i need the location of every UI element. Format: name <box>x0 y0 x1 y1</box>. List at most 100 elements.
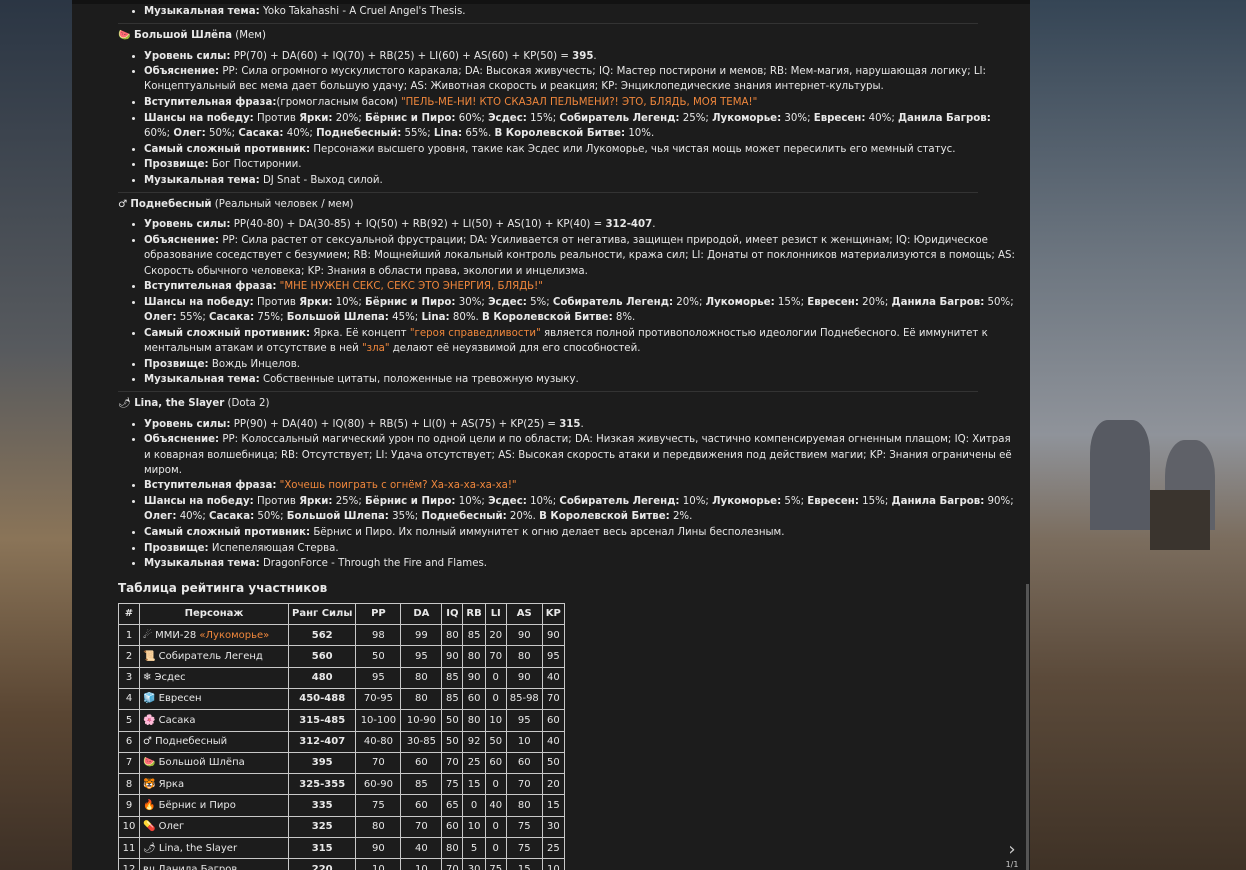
odds-value: 25% <box>335 496 359 508</box>
nickname-text: Вождь Инцелов. <box>211 358 300 370</box>
odds-value: 35% <box>392 511 415 523</box>
table-cell: 70-95 <box>355 687 402 711</box>
table-header: # <box>118 602 140 626</box>
table-cell: 20 <box>484 624 507 647</box>
odds-opponent: Олег: <box>144 511 177 523</box>
nickname-text: Испепеляющая Стерва. <box>211 542 339 554</box>
table-cell: 3 <box>118 666 140 689</box>
message-content: Музыкальная тема: Yoko Takahashi - A Cru… <box>118 4 1018 870</box>
power-formula: PP(90) + DA(40) + IQ(80) + RB(5) + LI(0)… <box>233 418 560 430</box>
character-name-cell: 🐯 Ярка <box>143 778 185 790</box>
table-cell: 10 <box>484 709 507 732</box>
table-row: 4 🧊 Евресен 450-488 70-95 80 85 60 0 85-98 70 <box>118 687 565 711</box>
table-cell: 50 <box>441 730 464 753</box>
table-row: 9 🔥 Бёрнис и Пиро 335 75 60 65 0 40 80 15 <box>118 794 565 817</box>
table-cell: 80 <box>400 687 443 711</box>
table-header: KP <box>541 602 565 626</box>
table-cell: 9 <box>118 794 140 817</box>
table-row: 3 ❄ Эсдес 480 95 80 85 90 0 90 40 <box>118 666 565 689</box>
table-cell: 90 <box>355 836 402 860</box>
table-cell: 5 <box>118 709 140 732</box>
nickname-item: Прозвище: Бог Постиронии. <box>144 157 1018 172</box>
table-cell: 🧊 Евресен <box>139 687 289 711</box>
table-cell: 0 <box>484 773 507 796</box>
odds-value: 25% <box>682 112 706 124</box>
character-subtitle: (Реальный человек / мем) <box>214 199 354 211</box>
character-name-cell: 📜 Собиратель Легенд <box>143 650 263 662</box>
table-cell: 25 <box>462 751 486 775</box>
table-cell: 70 <box>355 751 402 775</box>
character-name-cell: 🌶 Lina, the Slayer <box>143 842 238 854</box>
odds-opponent: Лукоморье: <box>705 296 775 308</box>
background-rock-block <box>1150 490 1210 550</box>
table-cell: 90 <box>505 624 543 647</box>
odds-value: 80%. <box>452 312 479 324</box>
odds-value: 20% <box>862 296 885 308</box>
odds-value: 40% <box>179 511 203 523</box>
power-label: Уровень силы: <box>144 219 231 231</box>
character-details: Уровень силы: PP(40-80) + DA(30-85) + IQ… <box>118 217 1018 387</box>
table-cell: 70 <box>505 773 543 796</box>
table-cell: 🔥 Бёрнис и Пиро <box>139 794 289 817</box>
odds-value: 5% <box>530 296 547 308</box>
table-cell: 80 <box>505 645 543 668</box>
table-row: 2 📜 Собиратель Легенд 560 50 95 90 80 70 80 95 <box>118 645 565 668</box>
intro-quote: "ПЕЛЬ-МЕ-НИ! КТО СКАЗАЛ ПЕЛЬМЕНИ?! ЭТО, … <box>400 97 758 109</box>
power-label: Уровень силы: <box>144 418 231 430</box>
table-cell: 40 <box>484 794 507 817</box>
explanation-text: PP: Сила растет от сексуальной фрустраци… <box>144 234 1015 277</box>
hardest-label: Самый сложный противник: <box>144 526 311 538</box>
odds-value: 90% <box>987 496 1011 508</box>
intro-label: Вступительная фраза: <box>144 480 277 492</box>
odds-opponent: Сасака: <box>238 127 284 139</box>
table-cell: 30 <box>541 815 565 839</box>
table-cell: 99 <box>400 624 443 647</box>
nickname-label: Прозвище: <box>144 358 209 370</box>
table-cell: 92 <box>462 730 486 753</box>
table-row: 8 🐯 Ярка 325-355 60-90 85 75 15 0 70 20 <box>118 773 565 796</box>
odds-value: 15% <box>530 112 553 124</box>
odds-opponent: Большой Шлепа: <box>286 312 389 324</box>
odds-opponent: Ярки: <box>299 496 333 508</box>
table-cell: 325 <box>287 815 357 839</box>
nickname-label: Прозвище: <box>144 159 209 171</box>
odds-opponent: Поднебесный: <box>421 511 507 523</box>
power-tail: . <box>652 219 656 231</box>
odds-lead: Против <box>257 296 300 308</box>
music-label: Музыкальная тема: <box>144 558 260 570</box>
table-row: 7 🍉 Большой Шлёпа 395 70 60 70 25 60 60 50 <box>118 751 565 775</box>
table-cell: 325-355 <box>287 773 357 796</box>
odds-label: Шансы на победу: <box>144 496 254 508</box>
table-cell: ☄ ММИ-28 «Лукоморье» <box>139 624 289 647</box>
character-heading: ♂ Поднебесный (Реальный человек / мем) <box>118 197 1018 212</box>
explanation-item: Объяснение: PP: Колоссальный магический … <box>144 432 1018 478</box>
power-formula: PP(40-80) + DA(30-85) + IQ(50) + RB(92) … <box>233 219 606 231</box>
table-cell: 7 <box>118 751 140 775</box>
hardest-label: Самый сложный противник: <box>144 143 311 155</box>
intro-label: Вступительная фраза: <box>144 281 277 293</box>
scrollbar[interactable] <box>1026 584 1029 870</box>
table-cell: 312-407 <box>287 730 357 753</box>
table-cell: 0 <box>484 687 507 711</box>
table-cell: 0 <box>484 666 507 689</box>
character-details: Уровень силы: PP(70) + DA(60) + IQ(70) +… <box>118 49 1018 188</box>
odds-value: 15% <box>862 496 885 508</box>
next-page-icon[interactable]: › <box>999 840 1025 860</box>
table-cell: 560 <box>287 645 357 668</box>
odds-opponent: Lina: <box>421 312 450 324</box>
odds-royal-label: В Королевской Битве: <box>494 127 626 139</box>
odds-label: Шансы на победу: <box>144 112 254 124</box>
table-cell: 80 <box>462 709 486 732</box>
odds-opponent: Бёрнис и Пиро: <box>365 296 456 308</box>
hardest-text: Персонажи высшего уровня, такие как Эсде… <box>313 143 956 155</box>
power-total: 395 <box>572 50 594 62</box>
character-name-cell: 🔥 Бёрнис и Пиро <box>143 799 236 811</box>
table-cell: 50 <box>355 645 402 668</box>
power-level-item: Уровень силы: PP(70) + DA(60) + IQ(70) +… <box>144 49 1018 64</box>
section-divider <box>118 23 978 25</box>
table-header: Персонаж <box>139 602 289 626</box>
odds-value: 50% <box>209 127 232 139</box>
hardest-text: Бёрнис и Пиро. Их полный иммунитет к огн… <box>313 526 785 538</box>
odds-opponent: Данила Багров: <box>897 112 991 124</box>
table-cell: 562 <box>287 624 357 647</box>
